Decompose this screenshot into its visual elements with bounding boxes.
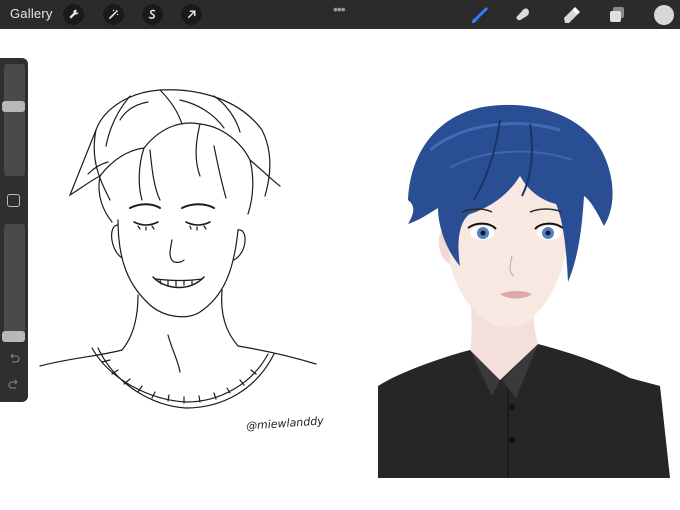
top-toolbar: Gallery ••• — [0, 0, 680, 29]
wrench-icon — [69, 9, 79, 19]
adjustments-button[interactable] — [103, 4, 124, 25]
layers-tool-button[interactable] — [607, 5, 627, 25]
drawing-canvas[interactable] — [0, 29, 680, 510]
redo-icon[interactable] — [8, 378, 20, 390]
opacity-thumb[interactable] — [2, 331, 25, 343]
opacity-slider[interactable] — [4, 224, 25, 342]
undo-icon[interactable] — [8, 352, 20, 364]
brush-tool-button[interactable] — [470, 5, 490, 25]
magic-wand-icon — [108, 9, 119, 20]
line-art-sketch — [39, 89, 317, 409]
actions-button[interactable] — [63, 4, 84, 25]
modify-button[interactable] — [7, 194, 20, 207]
brush-size-thumb[interactable] — [2, 101, 25, 113]
transform-button[interactable] — [181, 4, 202, 25]
smudge-tool-button[interactable] — [514, 5, 534, 25]
brush-size-slider[interactable] — [4, 64, 25, 176]
layers-icon — [610, 7, 624, 22]
gallery-button[interactable]: Gallery — [10, 6, 53, 21]
artwork — [39, 89, 670, 478]
eraser-icon — [564, 7, 580, 23]
colored-portrait — [378, 104, 670, 478]
brush-sidebar — [0, 58, 28, 402]
arrow-cursor-icon — [187, 10, 196, 19]
color-picker-button[interactable] — [654, 5, 674, 25]
smudge-icon — [516, 8, 529, 21]
selection-button[interactable] — [142, 4, 163, 25]
brush-icon — [472, 7, 488, 23]
selection-s-icon — [148, 9, 156, 19]
more-dots-icon[interactable]: ••• — [333, 1, 346, 17]
eraser-tool-button[interactable] — [561, 5, 581, 25]
